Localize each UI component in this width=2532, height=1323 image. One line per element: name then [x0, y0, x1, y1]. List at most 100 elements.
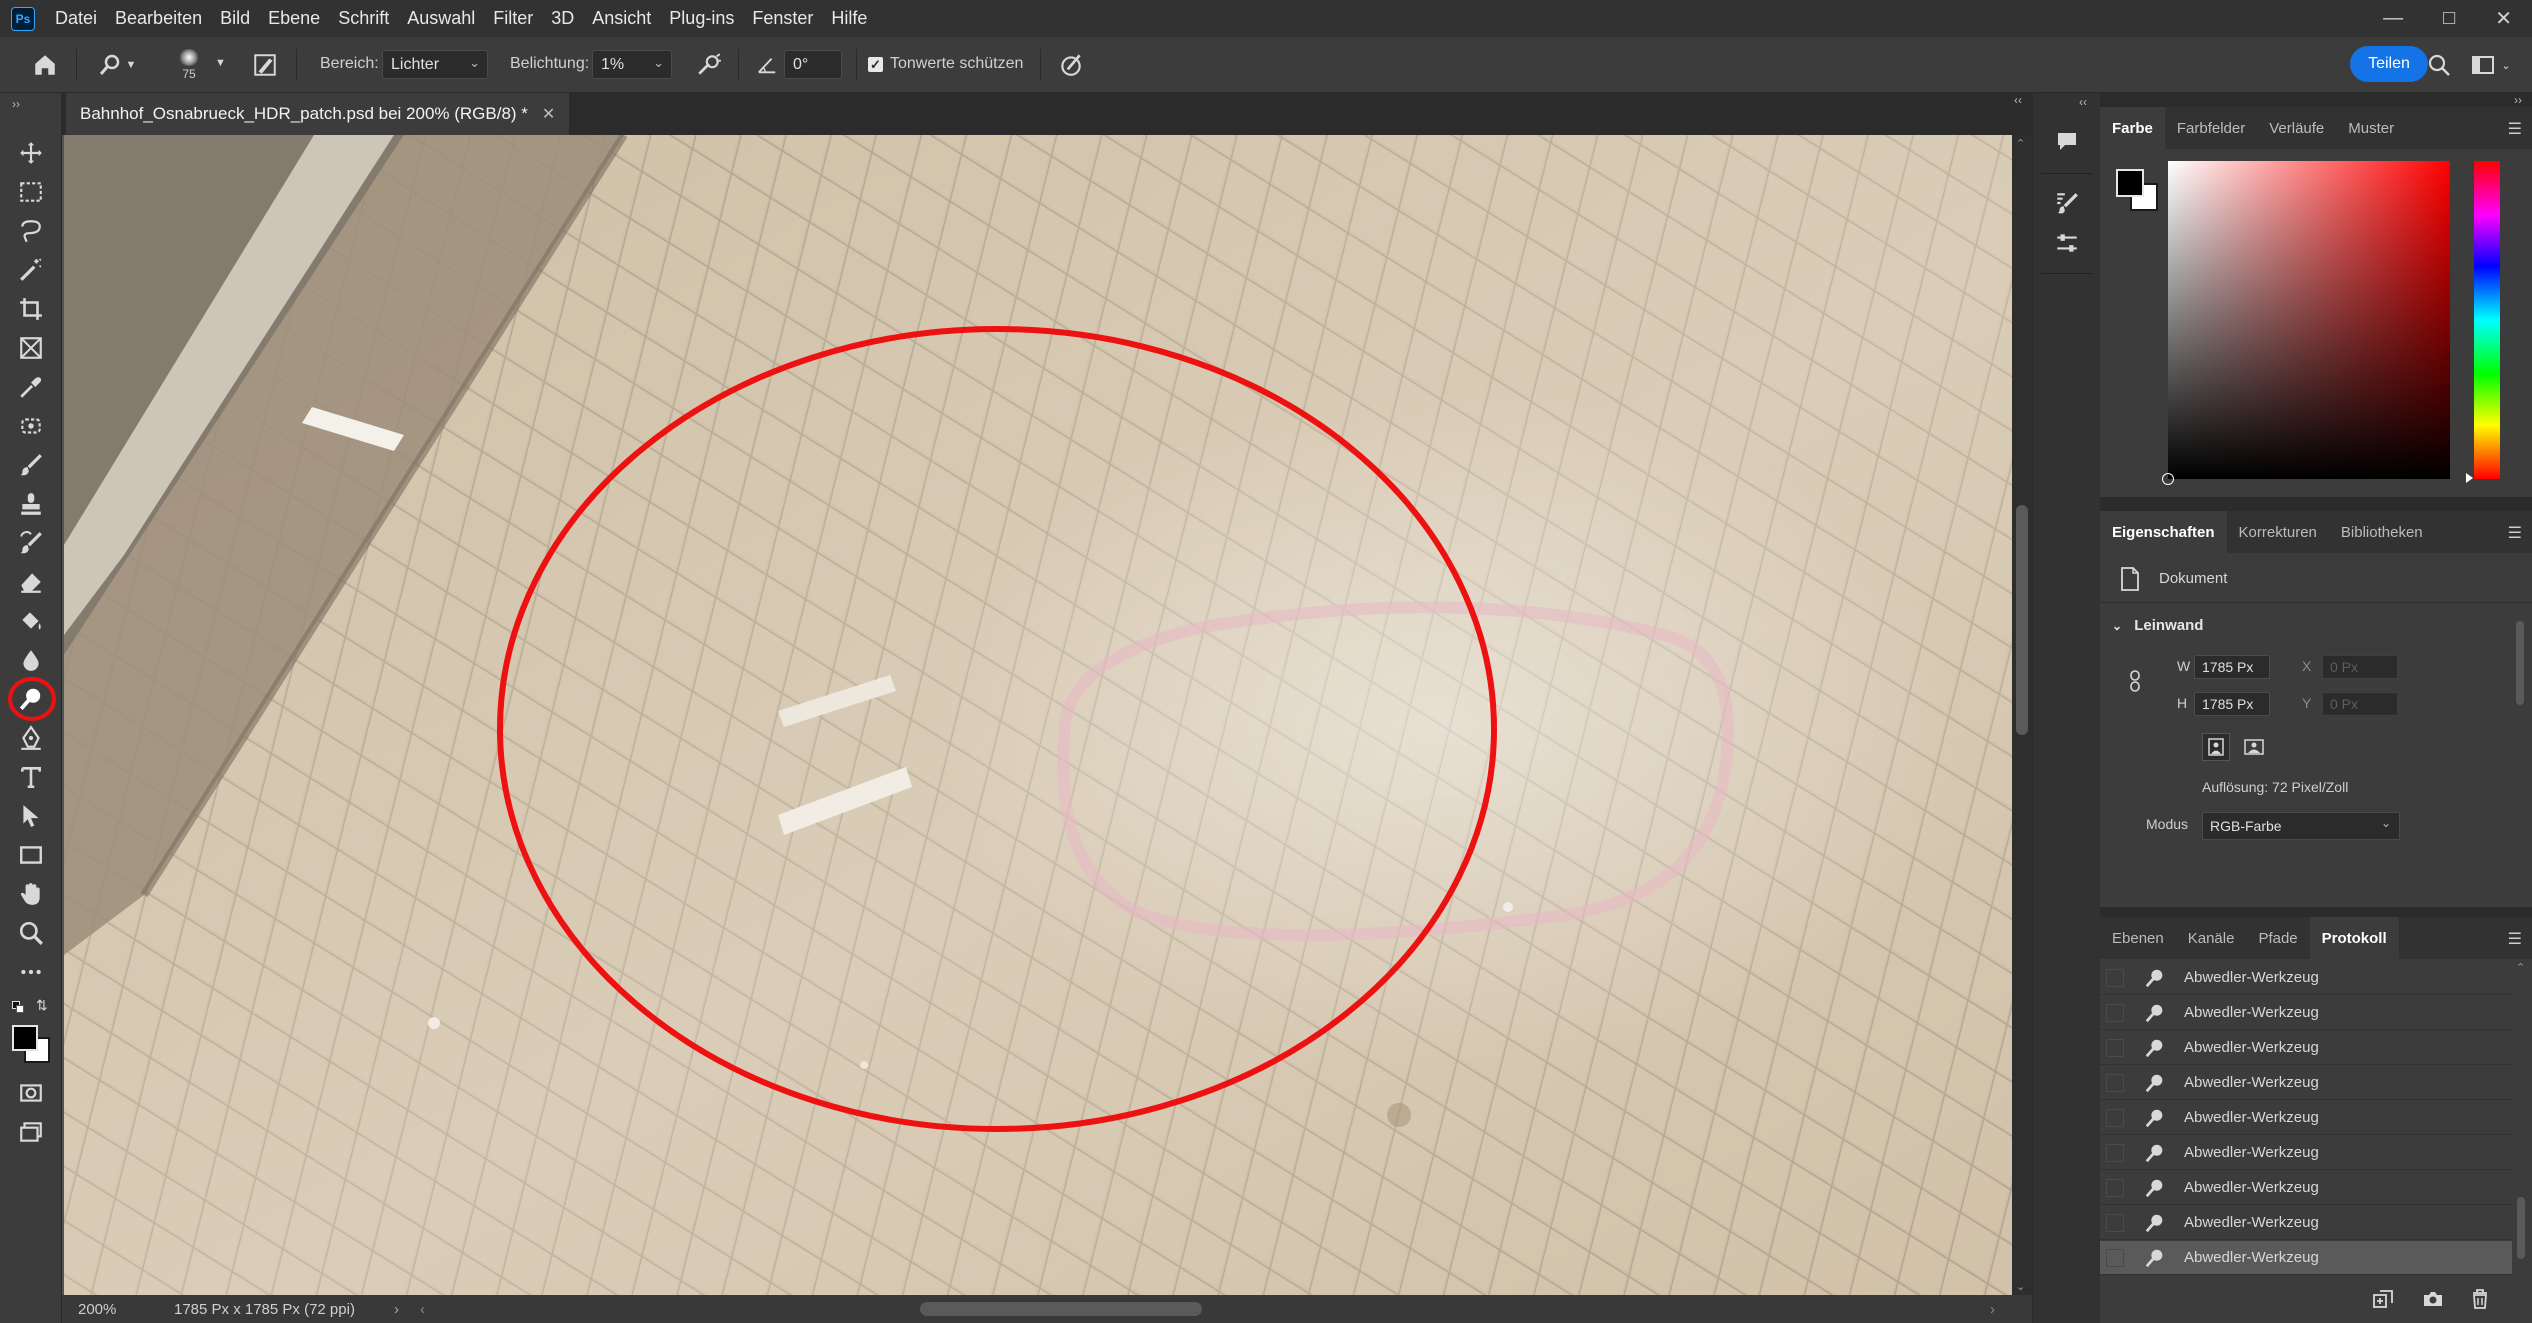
- tab-korrekturen[interactable]: Korrekturen: [2227, 511, 2329, 553]
- tab-farbfelder[interactable]: Farbfelder: [2165, 107, 2257, 149]
- menu-ebene[interactable]: Ebene: [268, 8, 320, 29]
- history-source-checkbox[interactable]: [2106, 1038, 2124, 1057]
- magic-wand-tool[interactable]: [11, 252, 51, 288]
- tab-eigenschaften[interactable]: Eigenschaften: [2100, 511, 2227, 553]
- brush-size-picker[interactable]: 75: [172, 49, 206, 81]
- color-swatch-pair[interactable]: [2116, 169, 2160, 213]
- history-item[interactable]: Abwedler-Werkzeug: [2100, 1066, 2512, 1100]
- close-tab-icon[interactable]: ✕: [542, 104, 555, 124]
- minimize-icon[interactable]: —: [2383, 7, 2403, 30]
- search-icon[interactable]: [2422, 49, 2456, 81]
- history-source-checkbox[interactable]: [2106, 1108, 2124, 1127]
- zoom-level[interactable]: 200%: [78, 1301, 116, 1318]
- angle-field[interactable]: 0°: [784, 50, 842, 79]
- vertical-scroll-thumb[interactable]: [2016, 505, 2028, 735]
- horizontal-scroll-thumb[interactable]: [920, 1302, 1202, 1316]
- scroll-left-icon[interactable]: ‹: [420, 1301, 425, 1318]
- history-source-checkbox[interactable]: [2106, 1003, 2124, 1022]
- history-item[interactable]: Abwedler-Werkzeug: [2100, 1101, 2512, 1135]
- color-field[interactable]: [2162, 161, 2450, 485]
- height-field[interactable]: 1785 Px: [2194, 692, 2270, 716]
- portrait-orientation-button[interactable]: [2202, 733, 2230, 761]
- type-tool[interactable]: [11, 759, 51, 795]
- menu-ansicht[interactable]: Ansicht: [592, 8, 651, 29]
- patch-tool[interactable]: [11, 408, 51, 444]
- panel-menu-icon[interactable]: ☰: [2508, 929, 2522, 949]
- lasso-tool[interactable]: [11, 213, 51, 249]
- close-icon[interactable]: ✕: [2495, 6, 2512, 31]
- history-source-checkbox[interactable]: [2106, 1248, 2124, 1267]
- status-menu-arrow-icon[interactable]: ›: [394, 1301, 399, 1318]
- marquee-tool[interactable]: [11, 174, 51, 210]
- history-brush-tool[interactable]: [11, 525, 51, 561]
- mode-select[interactable]: RGB-Farbe ⌄: [2202, 812, 2400, 840]
- history-source-checkbox[interactable]: [2106, 1073, 2124, 1092]
- hue-slider-handle[interactable]: [2466, 473, 2473, 483]
- history-source-checkbox[interactable]: [2106, 1178, 2124, 1197]
- scroll-right-icon[interactable]: ›: [1990, 1301, 1995, 1318]
- tab-verlaeufe[interactable]: Verläufe: [2257, 107, 2336, 149]
- tab-farbe[interactable]: Farbe: [2100, 107, 2165, 149]
- camera-icon[interactable]: [2422, 1289, 2444, 1314]
- menu-bearbeiten[interactable]: Bearbeiten: [115, 8, 202, 29]
- pen-tool[interactable]: [11, 720, 51, 756]
- menu-filter[interactable]: Filter: [493, 8, 533, 29]
- range-select[interactable]: Lichter ⌄: [382, 50, 488, 79]
- panel-menu-icon[interactable]: ☰: [2508, 119, 2522, 139]
- eyedropper-tool[interactable]: [11, 369, 51, 405]
- history-source-checkbox[interactable]: [2106, 968, 2124, 987]
- brush-settings-panel-icon[interactable]: [2045, 183, 2089, 223]
- scroll-up-icon[interactable]: ⌃: [2016, 137, 2025, 150]
- menu-datei[interactable]: Datei: [55, 8, 97, 29]
- collapse-dock-icon[interactable]: ››: [2514, 93, 2522, 107]
- clone-stamp-tool[interactable]: [11, 486, 51, 522]
- menu-schrift[interactable]: Schrift: [338, 8, 389, 29]
- hue-slider[interactable]: [2466, 161, 2500, 483]
- foreground-color-chip[interactable]: [2116, 169, 2144, 197]
- menu-3d[interactable]: 3D: [551, 8, 574, 29]
- swap-colors-icon[interactable]: ⇅: [36, 997, 48, 1014]
- collapse-panels-icon[interactable]: ‹‹: [2014, 93, 2022, 107]
- brush-size-chevron-icon[interactable]: ▼: [215, 57, 226, 69]
- airbrush-icon[interactable]: [692, 49, 726, 81]
- exposure-field[interactable]: 1% ⌄: [592, 50, 672, 79]
- history-item[interactable]: Abwedler-Werkzeug: [2100, 1136, 2512, 1170]
- history-item-active[interactable]: Abwedler-Werkzeug: [2100, 1241, 2512, 1275]
- document-info[interactable]: 1785 Px x 1785 Px (72 ppi): [174, 1301, 355, 1318]
- collapse-strip-icon[interactable]: ‹‹: [2079, 95, 2087, 109]
- share-button[interactable]: Teilen: [2350, 46, 2428, 82]
- tab-protokoll[interactable]: Protokoll: [2309, 917, 2399, 959]
- history-source-checkbox[interactable]: [2106, 1213, 2124, 1232]
- menu-auswahl[interactable]: Auswahl: [407, 8, 475, 29]
- document-tab[interactable]: Bahnhof_Osnabrueck_HDR_patch.psd bei 200…: [66, 93, 570, 135]
- trash-icon[interactable]: [2470, 1288, 2490, 1315]
- tab-kanaele[interactable]: Kanäle: [2176, 917, 2247, 959]
- comments-icon[interactable]: [2045, 121, 2089, 161]
- scroll-up-icon[interactable]: ⌃: [2516, 961, 2525, 974]
- tab-muster[interactable]: Muster: [2336, 107, 2406, 149]
- menu-hilfe[interactable]: Hilfe: [831, 8, 867, 29]
- home-icon[interactable]: [28, 49, 62, 81]
- vertical-scrollbar[interactable]: ⌃ ⌄: [2012, 135, 2032, 1295]
- eraser-tool[interactable]: [11, 564, 51, 600]
- more-tools-icon[interactable]: [11, 954, 51, 990]
- history-item[interactable]: Abwedler-Werkzeug: [2100, 1031, 2512, 1065]
- color-picker-cursor[interactable]: [2162, 473, 2174, 485]
- canvas-section-header[interactable]: ⌄ Leinwand: [2112, 617, 2203, 634]
- history-source-checkbox[interactable]: [2106, 1143, 2124, 1162]
- protect-tones-checkbox[interactable]: ✓: [868, 57, 883, 72]
- history-item[interactable]: Abwedler-Werkzeug: [2100, 1171, 2512, 1205]
- rectangle-tool[interactable]: [11, 837, 51, 873]
- properties-scrollbar[interactable]: [2514, 605, 2526, 867]
- menu-plugins[interactable]: Plug-ins: [669, 8, 734, 29]
- history-item[interactable]: Abwedler-Werkzeug: [2100, 1206, 2512, 1240]
- history-item[interactable]: Abwedler-Werkzeug: [2100, 961, 2512, 995]
- hand-tool[interactable]: [11, 876, 51, 912]
- brush-tool[interactable]: [11, 447, 51, 483]
- landscape-orientation-button[interactable]: [2240, 735, 2268, 759]
- path-selection-tool[interactable]: [11, 798, 51, 834]
- adjustments-panel-icon[interactable]: [2045, 223, 2089, 263]
- default-colors-icon[interactable]: [12, 1001, 24, 1013]
- panel-menu-icon[interactable]: ☰: [2508, 523, 2522, 543]
- foreground-color-swatch[interactable]: [12, 1025, 38, 1051]
